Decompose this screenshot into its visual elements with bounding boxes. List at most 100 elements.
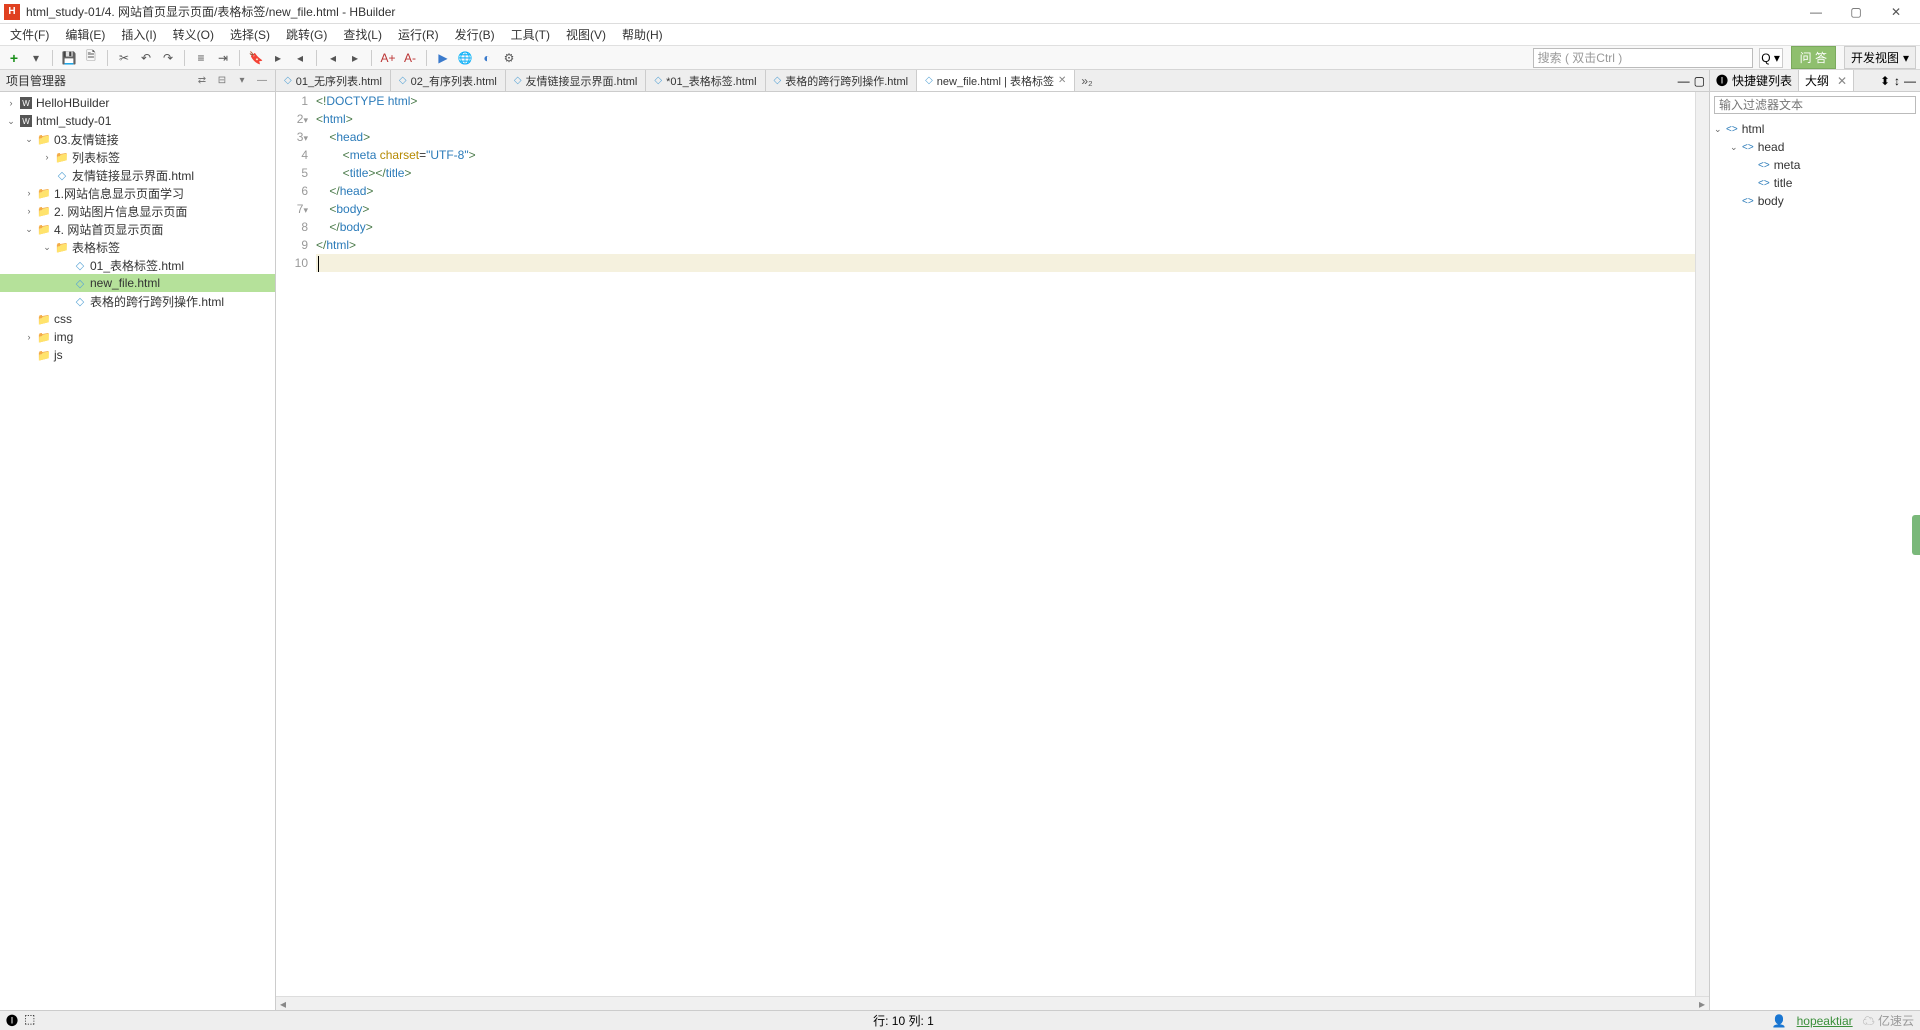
outline-tree[interactable]: ⌄<>html⌄<>head<>meta<>title<>body [1710,118,1920,212]
outline-row[interactable]: <>body [1714,192,1916,210]
menu-item[interactable]: 选择(S) [224,24,276,45]
link-icon[interactable]: ⇄ [195,74,209,88]
minimize-button[interactable]: — [1796,2,1836,22]
tree-row[interactable]: ◇01_表格标签.html [0,256,275,274]
save-button[interactable]: 💾 [59,48,79,68]
collapse-icon[interactable]: ⊟ [215,74,229,88]
bookmark-button[interactable]: 🔖 [246,48,266,68]
tree-row[interactable]: ⌄📁03.友情链接 [0,130,275,148]
font-size-down[interactable]: A- [400,48,420,68]
expand-icon[interactable]: › [22,332,36,342]
expand-icon[interactable]: › [22,188,36,198]
code-area[interactable]: <!DOCTYPE html><html> <head> <meta chars… [316,92,1695,996]
panel-min-icon[interactable]: — [1904,74,1916,88]
expand-icon[interactable]: › [22,206,36,216]
expand-icon[interactable]: ⌄ [40,242,54,253]
menu-item[interactable]: 发行(B) [449,24,501,45]
editor-tab[interactable]: ◇02_有序列表.html [391,70,506,91]
code-line[interactable] [316,254,1695,272]
user-link[interactable]: hopeaktiar [1797,1014,1853,1028]
menu-item[interactable]: 文件(F) [4,24,55,45]
code-line[interactable]: <!DOCTYPE html> [316,92,1695,110]
expand-icon[interactable]: › [40,152,54,162]
editor-tab[interactable]: ◇*01_表格标签.html [646,70,765,91]
tree-row[interactable]: ⌄📁表格标签 [0,238,275,256]
new-button[interactable]: + [4,48,24,68]
nav-forward[interactable]: ▸ [345,48,365,68]
tree-row[interactable]: ⌄📁4. 网站首页显示页面 [0,220,275,238]
expand-icon[interactable]: ⌄ [4,116,18,127]
close-button[interactable]: ✕ [1876,2,1916,22]
search-input[interactable]: 搜索 ( 双击Ctrl ) [1533,48,1753,68]
code-line[interactable]: <head> [316,128,1695,146]
preview-button[interactable]: ◐ [477,48,497,68]
scroll-right-icon[interactable]: ▸ [1695,997,1709,1010]
search-go-button[interactable]: Q ▾ [1759,48,1783,68]
code-line[interactable]: <body> [316,200,1695,218]
tree-row[interactable]: ›WHelloHBuilder [0,94,275,112]
bookmark-prev[interactable]: ◂ [290,48,310,68]
menu-item[interactable]: 插入(I) [115,24,162,45]
status-icon-1[interactable]: 🅘 [6,1012,18,1029]
browser-button[interactable]: 🌐 [455,48,475,68]
editor-tab[interactable]: ◇01_无序列表.html [276,70,391,91]
outline-row[interactable]: ⌄<>html [1714,120,1916,138]
tab-shortcuts[interactable]: 🅘快捷键列表 [1710,70,1799,91]
maximize-icon[interactable]: ▢ [1694,74,1705,88]
tree-row[interactable]: ◇表格的跨行跨列操作.html [0,292,275,310]
run-button[interactable]: ▶ [433,48,453,68]
side-handle[interactable] [1912,515,1920,555]
tree-row[interactable]: 📁css [0,310,275,328]
menu-item[interactable]: 查找(L) [337,24,388,45]
nav-back[interactable]: ◂ [323,48,343,68]
project-tree[interactable]: ›WHelloHBuilder⌄Whtml_study-01⌄📁03.友情链接›… [0,92,275,1010]
cut-button[interactable]: ✂ [114,48,134,68]
outline-row[interactable]: <>title [1714,174,1916,192]
tree-row[interactable]: ⌄Whtml_study-01 [0,112,275,130]
expand-icon[interactable]: ⌄ [22,224,36,235]
undo-button[interactable]: ↶ [136,48,156,68]
minimize-icon[interactable]: — [255,74,269,88]
code-line[interactable]: </head> [316,182,1695,200]
tree-row[interactable]: ◇new_file.html [0,274,275,292]
toggle-2[interactable]: ⇥ [213,48,233,68]
menu-item[interactable]: 转义(O) [167,24,220,45]
horizontal-scrollbar[interactable]: ◂ ▸ [276,996,1709,1010]
tree-row[interactable]: ◇友情链接显示界面.html [0,166,275,184]
code-line[interactable]: <html> [316,110,1695,128]
editor-tab[interactable]: ◇new_file.html | 表格标签✕ [917,70,1075,92]
code-line[interactable]: </body> [316,218,1695,236]
tree-row[interactable]: ›📁列表标签 [0,148,275,166]
close-icon[interactable]: ✕ [1058,75,1066,86]
code-editor[interactable]: 12▾3▾4567▾8910 <!DOCTYPE html><html> <he… [276,92,1709,996]
menu-item[interactable]: 帮助(H) [616,24,669,45]
outline-filter-input[interactable] [1714,96,1916,114]
outline-row[interactable]: ⌄<>head [1714,138,1916,156]
menu-item[interactable]: 编辑(E) [59,24,111,45]
tree-row[interactable]: ›📁1.网站信息显示页面学习 [0,184,275,202]
qa-button[interactable]: 问 答 [1791,46,1836,69]
status-icon-2[interactable]: ⬚ [24,1012,35,1029]
scroll-left-icon[interactable]: ◂ [276,997,290,1010]
filter-icon[interactable]: ↕ [1894,74,1900,88]
redo-button[interactable]: ↷ [158,48,178,68]
code-line[interactable]: <title></title> [316,164,1695,182]
maximize-button[interactable]: ▢ [1836,2,1876,22]
editor-tab[interactable]: ◇表格的跨行跨列操作.html [766,70,918,91]
menu-item[interactable]: 跳转(G) [280,24,333,45]
expand-icon[interactable]: › [4,98,18,108]
tab-outline[interactable]: 大纲✕ [1799,70,1854,91]
expand-icon[interactable]: ⌄ [22,134,36,145]
outline-row[interactable]: <>meta [1714,156,1916,174]
menu-item[interactable]: 工具(T) [505,24,556,45]
tree-row[interactable]: ›📁img [0,328,275,346]
bookmark-next[interactable]: ▸ [268,48,288,68]
font-size-button[interactable]: A+ [378,48,398,68]
code-line[interactable]: </html> [316,236,1695,254]
tree-row[interactable]: 📁js [0,346,275,364]
minimize-icon[interactable]: — [1678,74,1690,88]
tree-row[interactable]: ›📁2. 网站图片信息显示页面 [0,202,275,220]
dev-view-select[interactable]: 开发视图▾ [1844,46,1916,69]
sort-icon[interactable]: ⬍ [1880,74,1890,88]
expand-icon[interactable]: ⌄ [1730,142,1742,153]
